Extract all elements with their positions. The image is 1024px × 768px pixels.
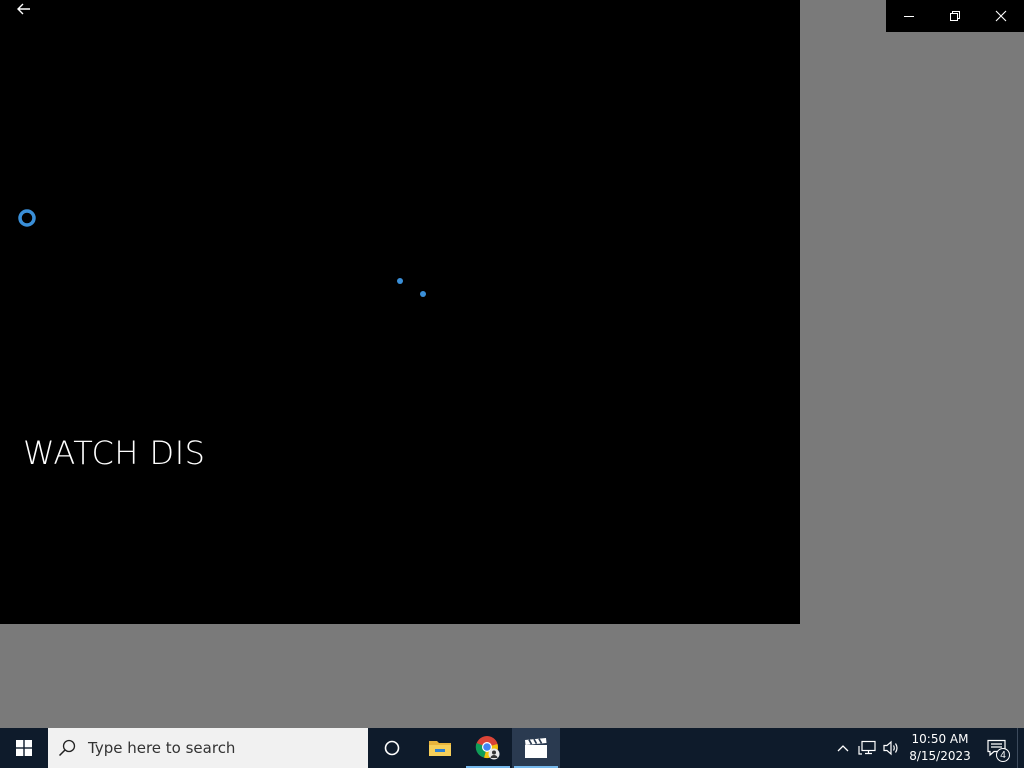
cortana-button[interactable] (368, 728, 416, 768)
taskbar-clock[interactable]: 10:50 AM 8/15/2023 (903, 728, 977, 768)
show-desktop-button[interactable] (1017, 728, 1024, 768)
minimize-icon (904, 16, 914, 17)
taskbar-movies-tv[interactable] (512, 728, 560, 768)
restore-icon (950, 11, 960, 21)
chrome-icon (475, 736, 500, 760)
window-controls (886, 0, 1024, 32)
clapperboard-icon (525, 738, 547, 758)
cortana-icon (384, 740, 400, 756)
chevron-up-icon (837, 745, 849, 752)
action-center-button[interactable]: 4 (977, 728, 1017, 768)
folder-icon (429, 741, 451, 756)
windows-logo-icon (16, 740, 32, 756)
spinner-dot (397, 278, 403, 284)
search-icon (58, 739, 76, 757)
network-icon (858, 740, 876, 755)
start-button[interactable] (0, 728, 48, 768)
spinner-dot (420, 291, 426, 297)
volume-icon (883, 740, 898, 756)
clock-date: 8/15/2023 (909, 749, 971, 763)
taskbar: Type here to search 10:50 AM 8/15/2023 4 (0, 728, 1024, 768)
minimize-button[interactable] (886, 0, 932, 32)
video-app-window: WATCH DIS (0, 0, 800, 624)
close-icon (995, 10, 1007, 22)
clock-time: 10:50 AM (911, 732, 969, 746)
video-title: WATCH DIS (23, 434, 206, 472)
taskbar-chrome[interactable] (464, 728, 512, 768)
search-placeholder: Type here to search (88, 739, 236, 757)
loading-ring-icon (18, 209, 36, 227)
show-hidden-icons-button[interactable] (831, 728, 855, 768)
restore-button[interactable] (932, 0, 978, 32)
back-button[interactable] (8, 0, 40, 18)
system-tray: 10:50 AM 8/15/2023 4 (831, 728, 1024, 768)
close-button[interactable] (978, 0, 1024, 32)
volume-button[interactable] (879, 728, 903, 768)
taskbar-file-explorer[interactable] (416, 728, 464, 768)
network-button[interactable] (855, 728, 879, 768)
taskbar-search-box[interactable]: Type here to search (48, 728, 368, 768)
notification-count-badge: 4 (996, 748, 1010, 762)
back-arrow-icon (17, 3, 30, 15)
